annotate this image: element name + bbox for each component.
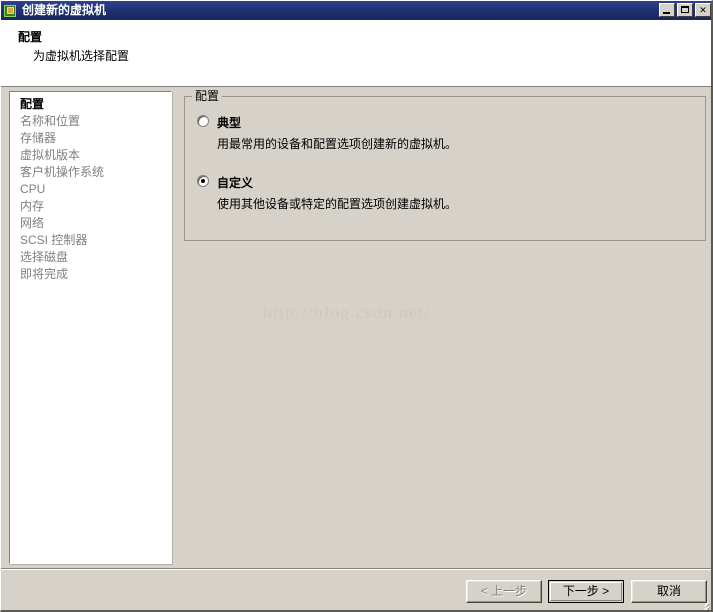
next-button-label: 下一步 >: [550, 582, 622, 601]
sidebar-item-vm-version[interactable]: 虚拟机版本: [10, 147, 171, 164]
page-subtitle: 为虚拟机选择配置: [33, 49, 130, 63]
radio-custom-indicator[interactable]: [197, 175, 209, 187]
window-title: 创建新的虚拟机: [22, 3, 107, 17]
resize-grip[interactable]: [696, 598, 710, 610]
radio-typical-indicator[interactable]: [197, 115, 209, 127]
radio-typical-description: 用最常用的设备和配置选项创建新的虚拟机。: [217, 137, 458, 151]
back-button[interactable]: < 上一步: [466, 580, 542, 603]
configuration-groupbox: 配置 典型 用最常用的设备和配置选项创建新的虚拟机。 自定义 使用其他设备或特定…: [184, 90, 706, 241]
sidebar-item-select-disk[interactable]: 选择磁盘: [10, 249, 171, 266]
sidebar-item-memory[interactable]: 内存: [10, 198, 171, 215]
sidebar-item-configuration[interactable]: 配置: [10, 92, 171, 113]
sidebar-item-ready-to-complete[interactable]: 即将完成: [10, 266, 171, 283]
vm-app-icon: [4, 4, 18, 18]
sidebar-item-name-and-location[interactable]: 名称和位置: [10, 113, 171, 130]
page-title: 配置: [18, 30, 43, 44]
sidebar-item-scsi-controller[interactable]: SCSI 控制器: [10, 232, 171, 249]
sidebar-item-network[interactable]: 网络: [10, 215, 171, 232]
sidebar-item-guest-os[interactable]: 客户机操作系统: [10, 164, 171, 181]
wizard-footer: < 上一步 下一步 > 取消: [1, 570, 711, 610]
wizard-step-list[interactable]: 配置 名称和位置 存储器 虚拟机版本 客户机操作系统 CPU 内存 网络 SCS…: [9, 91, 172, 564]
wizard-body: 配置 名称和位置 存储器 虚拟机版本 客户机操作系统 CPU 内存 网络 SCS…: [1, 87, 711, 610]
sidebar-item-cpu[interactable]: CPU: [10, 181, 171, 198]
radio-typical-label: 典型: [217, 116, 242, 130]
sidebar-item-storage[interactable]: 存储器: [10, 130, 171, 147]
watermark-text: http://blog.csdn.net/: [263, 303, 431, 322]
next-button[interactable]: 下一步 >: [548, 580, 624, 603]
radio-custom-label: 自定义: [217, 176, 254, 190]
maximize-button[interactable]: [677, 3, 693, 17]
title-bar: 创建新的虚拟机 ✕: [1, 1, 711, 20]
radio-option-typical[interactable]: 典型: [197, 114, 241, 131]
wizard-header: 配置 为虚拟机选择配置: [1, 20, 711, 87]
minimize-button[interactable]: [659, 3, 675, 17]
close-button[interactable]: ✕: [695, 3, 711, 17]
radio-option-custom[interactable]: 自定义: [197, 174, 253, 191]
radio-custom-description: 使用其他设备或特定的配置选项创建虚拟机。: [217, 197, 458, 211]
groupbox-legend: 配置: [192, 90, 223, 103]
create-vm-wizard-window: 创建新的虚拟机 ✕ 配置 为虚拟机选择配置 配置 名称和位置 存储器 虚拟机版本…: [0, 0, 713, 612]
window-controls: ✕: [659, 3, 711, 17]
